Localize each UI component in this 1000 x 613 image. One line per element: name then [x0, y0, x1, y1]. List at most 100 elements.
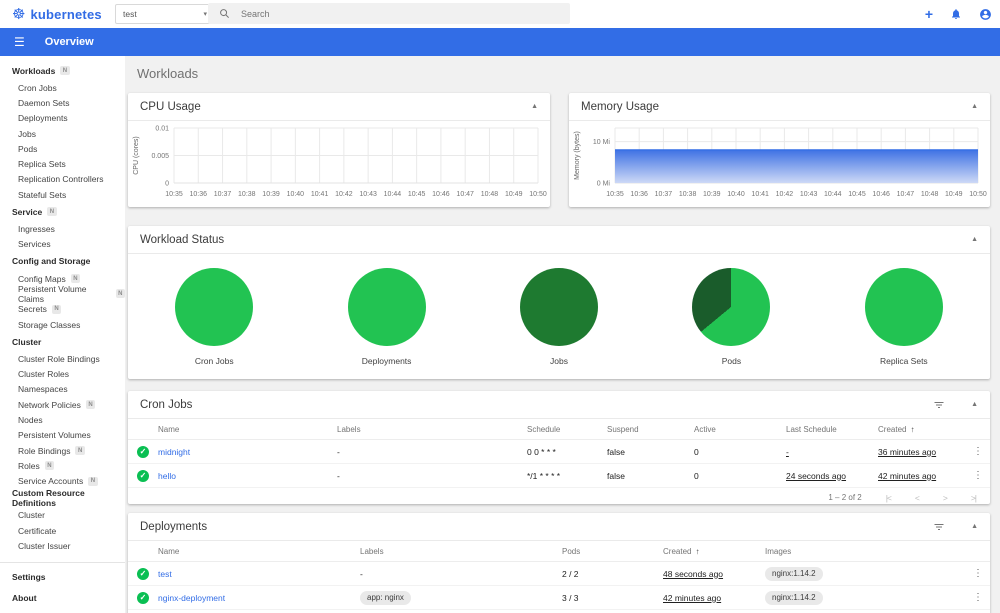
notifications-bell-icon[interactable] — [950, 8, 962, 20]
column-header-pods[interactable]: Pods — [562, 547, 663, 556]
sidebar-item-jobs[interactable]: Jobs — [0, 126, 125, 141]
create-resource-button[interactable]: + — [925, 6, 933, 22]
sidebar-item-role-bindings[interactable]: Role Bindings N — [0, 443, 125, 458]
sidebar-item-roles[interactable]: Roles N — [0, 458, 125, 473]
sidebar-item-network-policies[interactable]: Network Policies N — [0, 397, 125, 412]
sidebar-item-cluster-issuer[interactable]: Cluster Issuer — [0, 538, 125, 553]
next-page-icon[interactable]: > — [943, 493, 948, 503]
namespace-selector[interactable]: test ▾ — [115, 4, 215, 24]
collapse-caret-icon[interactable]: ▲ — [971, 103, 978, 110]
column-header-suspend[interactable]: Suspend — [607, 425, 694, 434]
sidebar-item-namespaces[interactable]: Namespaces — [0, 382, 125, 397]
created-value[interactable]: 42 minutes ago — [663, 593, 721, 603]
pie-chart-pods[interactable] — [692, 268, 771, 346]
status-cell: ✓ — [128, 567, 158, 580]
created-value[interactable]: 36 minutes ago — [878, 447, 936, 457]
column-header-label: Name — [158, 546, 180, 556]
sidebar-item-label: Stateful Sets — [18, 189, 67, 200]
pie-chart-cron-jobs[interactable] — [175, 268, 254, 346]
menu-hamburger-icon[interactable]: ☰ — [14, 35, 25, 49]
sidebar-item-certificate[interactable]: Certificate — [0, 523, 125, 538]
sidebar-item-cluster-role-bindings[interactable]: Cluster Role Bindings — [0, 351, 125, 366]
cpu-usage-card: CPU Usage ▲ 10:35 10:36 10:37 10:38 10:39 10:… — [128, 93, 550, 207]
row-menu-kebab-icon[interactable]: ⋮ — [966, 470, 990, 481]
column-header-created[interactable]: Created ↑ — [663, 547, 765, 556]
page-title: Workloads — [137, 66, 199, 81]
deployment-name-link[interactable]: nginx-deployment — [158, 593, 360, 603]
sidebar-item-persistent-volumes[interactable]: Persistent Volumes — [0, 428, 125, 443]
row-menu-kebab-icon[interactable]: ⋮ — [966, 592, 990, 603]
namespaced-badge: N — [75, 446, 85, 456]
first-page-icon[interactable]: |< — [886, 493, 892, 503]
created-value[interactable]: 42 minutes ago — [878, 471, 936, 481]
svg-text:10:40: 10:40 — [727, 191, 745, 198]
collapse-caret-icon[interactable]: ▲ — [971, 236, 978, 243]
column-header-name[interactable]: Name — [158, 425, 337, 434]
sidebar-item-label: Daemon Sets — [18, 97, 70, 108]
collapse-caret-icon[interactable]: ▲ — [531, 103, 538, 110]
last-page-icon[interactable]: >| — [971, 493, 977, 503]
sidebar-item-daemon-sets[interactable]: Daemon Sets — [0, 95, 125, 110]
sidebar-item-persistent-volume-claims[interactable]: Persistent Volume Claims N — [0, 284, 125, 304]
row-menu-kebab-icon[interactable]: ⋮ — [966, 446, 990, 457]
sidebar-item-service-accounts[interactable]: Service Accounts N — [0, 474, 125, 489]
search-input[interactable] — [239, 7, 570, 20]
row-menu-kebab-icon[interactable]: ⋮ — [966, 568, 990, 579]
collapse-caret-icon[interactable]: ▲ — [971, 523, 978, 530]
search-bar[interactable] — [208, 3, 570, 24]
svg-text:10:46: 10:46 — [432, 191, 450, 198]
sidebar-item-label: Roles — [18, 460, 40, 471]
svg-text:10:36: 10:36 — [630, 191, 648, 198]
status-cell: ✓ — [128, 469, 158, 482]
sidebar-item-nodes[interactable]: Nodes — [0, 412, 125, 427]
table-row: ✓ test - 2 / 2 48 seconds ago nginx:1.14.2 ⋮ — [128, 562, 990, 586]
created-cell: 42 minutes ago — [878, 471, 966, 481]
pie-chart-replica-sets[interactable] — [864, 268, 943, 346]
sidebar-item-pods[interactable]: Pods — [0, 141, 125, 156]
column-header-images[interactable]: Images — [765, 547, 966, 556]
sidebar-section-config-and-storage[interactable]: Config and Storage — [0, 252, 125, 271]
sidebar-item-services[interactable]: Services — [0, 237, 125, 252]
sidebar-item-storage-classes[interactable]: Storage Classes — [0, 317, 125, 332]
images-cell: nginx:1.14.2 — [765, 566, 966, 581]
column-header-schedule[interactable]: Schedule — [527, 425, 607, 434]
column-header-labels[interactable]: Labels — [360, 547, 562, 556]
created-value[interactable]: 48 seconds ago — [663, 569, 723, 579]
sidebar-item-label: Persistent Volumes — [18, 430, 91, 441]
cron-job-name-link[interactable]: midnight — [158, 447, 337, 457]
pie-chart-jobs[interactable] — [520, 268, 599, 346]
column-header-last-schedule[interactable]: Last Schedule — [786, 425, 878, 434]
svg-text:10:35: 10:35 — [606, 191, 624, 198]
pie-chart-deployments[interactable] — [347, 268, 426, 346]
kubernetes-logo[interactable]: ☸ kubernetes — [12, 0, 102, 28]
sidebar-section-workloads[interactable]: Workloads N — [0, 61, 125, 80]
sidebar-item-deployments[interactable]: Deployments — [0, 111, 125, 126]
sidebar-section-cluster[interactable]: Cluster — [0, 332, 125, 351]
last-schedule-value[interactable]: 24 seconds ago — [786, 471, 846, 481]
sidebar-item-cron-jobs[interactable]: Cron Jobs — [0, 80, 125, 95]
user-account-icon[interactable] — [979, 8, 992, 21]
column-header-name[interactable]: Name — [158, 547, 360, 556]
sidebar-item-ingresses[interactable]: Ingresses — [0, 221, 125, 236]
sidebar-item-settings[interactable]: Settings — [0, 567, 125, 588]
filter-icon[interactable] — [933, 521, 945, 533]
column-header-created[interactable]: Created ↑ — [878, 425, 966, 434]
sidebar-item-cluster-roles[interactable]: Cluster Roles — [0, 366, 125, 381]
sidebar-item-about[interactable]: About — [0, 588, 125, 609]
sidebar-item-replica-sets[interactable]: Replica Sets — [0, 156, 125, 171]
column-header-labels[interactable]: Labels — [337, 425, 527, 434]
sidebar-item-cluster[interactable]: Cluster — [0, 508, 125, 523]
sidebar-item-stateful-sets[interactable]: Stateful Sets — [0, 187, 125, 202]
pagination-range: 1 – 2 of 2 — [828, 493, 862, 502]
prev-page-icon[interactable]: < — [915, 493, 920, 503]
deployment-name-link[interactable]: test — [158, 569, 360, 579]
cron-job-name-link[interactable]: hello — [158, 471, 337, 481]
filter-icon[interactable] — [933, 399, 945, 411]
collapse-caret-icon[interactable]: ▲ — [971, 401, 978, 408]
sidebar-section-label: Service — [12, 206, 43, 217]
sidebar-section-service[interactable]: Service N — [0, 202, 125, 221]
sidebar-item-replication-controllers[interactable]: Replication Controllers — [0, 172, 125, 187]
column-header-active[interactable]: Active — [694, 425, 786, 434]
last-schedule-value[interactable]: - — [786, 447, 789, 457]
sidebar-section-custom-resource-definitions[interactable]: Custom Resource Definitions — [0, 488, 125, 508]
